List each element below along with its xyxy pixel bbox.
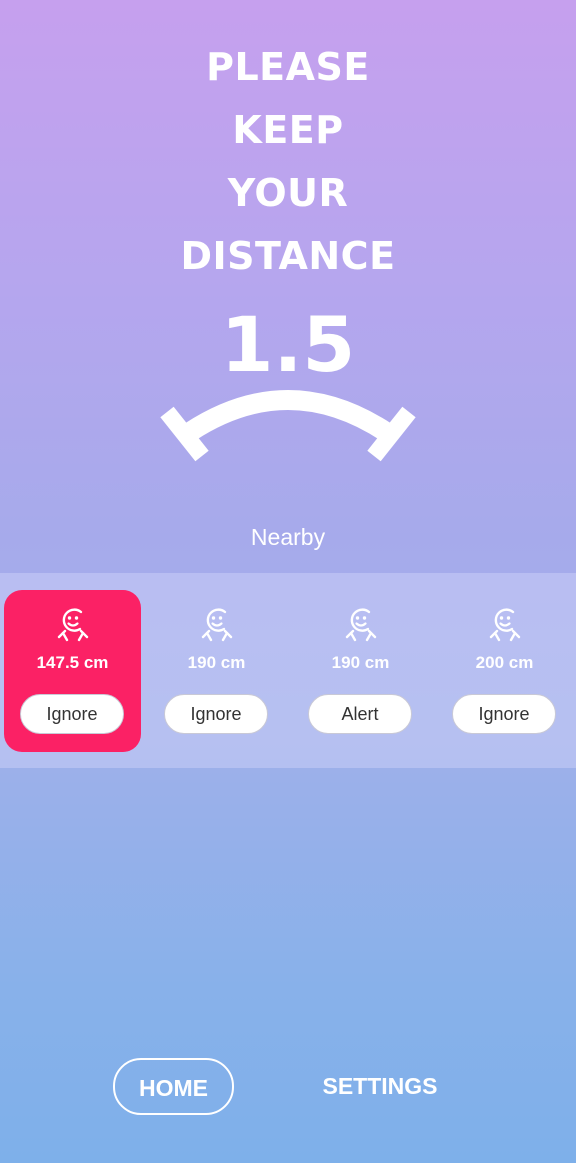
- device-distance: 147.5 cm: [36, 653, 109, 672]
- distance-gauge-icon: [160, 390, 416, 462]
- person-smile-icon: [57, 608, 88, 642]
- person-smile-icon: [201, 608, 232, 642]
- ignore-button[interactable]: Ignore: [20, 694, 124, 734]
- headline-line-2: KEEP: [232, 108, 344, 152]
- nearby-devices-list: 147.5 cm Ignore 190 cm Ignore 190 cm Ale…: [0, 573, 576, 768]
- device-card: 147.5 cm Ignore: [4, 590, 141, 752]
- distance-value: 1.5: [220, 300, 356, 389]
- bottom-nav: HOME SETTINGS: [0, 1058, 576, 1115]
- device-card: 190 cm Alert: [292, 590, 429, 752]
- person-smile-icon: [489, 608, 520, 642]
- device-card: 190 cm Ignore: [148, 590, 285, 752]
- tab-home[interactable]: HOME: [113, 1058, 234, 1115]
- device-card: 200 cm Ignore: [436, 590, 573, 752]
- ignore-button[interactable]: Ignore: [452, 694, 556, 734]
- device-distance: 190 cm: [331, 653, 390, 672]
- alert-button[interactable]: Alert: [308, 694, 412, 734]
- person-smile-icon: [345, 608, 376, 642]
- headline-line-3: YOUR: [227, 171, 349, 215]
- device-distance: 190 cm: [187, 653, 246, 672]
- nearby-label: Nearby: [250, 524, 326, 550]
- device-distance: 200 cm: [475, 653, 534, 672]
- headline: PLEASE KEEP YOUR DISTANCE: [0, 36, 576, 288]
- headline-line-4: DISTANCE: [180, 234, 396, 278]
- headline-line-1: PLEASE: [206, 45, 370, 89]
- tab-settings[interactable]: SETTINGS: [310, 1058, 450, 1115]
- ignore-button[interactable]: Ignore: [164, 694, 268, 734]
